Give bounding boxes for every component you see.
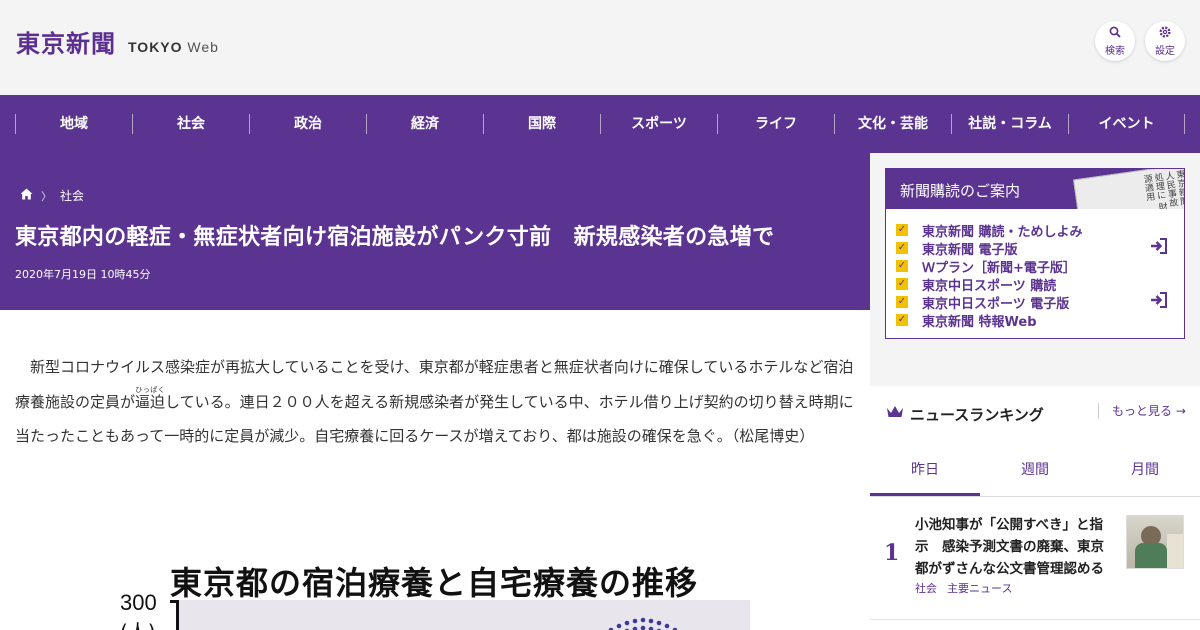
settings-label: 設定: [1155, 45, 1175, 57]
subscription-list: ✓ 東京新聞 購読・ためしよみ ✓ 東京新聞 電子版 ✓ Ｗプラン［新聞+電子版］ ✓…: [896, 221, 1083, 330]
subscription-item[interactable]: ✓ 東京中日スポーツ 電子版: [896, 293, 1083, 312]
sidebar: 新聞購読のご案内 東京新聞 人民事故処理に 財源適用 ✓ 東京新聞 購読・ためしよ…: [870, 153, 1200, 630]
breadcrumb-category[interactable]: 社会: [60, 187, 84, 204]
news-ranking: ニュースランキング もっと見る → 昨日 週間 月間 1 小池知事が「公開すべき…: [870, 386, 1200, 630]
check-icon: ✓: [896, 314, 908, 326]
breadcrumb-separator-icon: 〉: [41, 189, 52, 203]
search-icon: [1109, 26, 1121, 40]
ranking-title: ニュースランキング: [910, 406, 1044, 424]
subscription-item[interactable]: ✓ 東京新聞 電子版: [896, 239, 1083, 258]
ranking-tag[interactable]: 主要ニュース: [947, 582, 1012, 595]
login-icon[interactable]: [1149, 238, 1169, 256]
subscription-item-label: 東京中日スポーツ 電子版: [922, 296, 1070, 312]
subscription-item[interactable]: ✓ 東京中日スポーツ 購読: [896, 275, 1083, 294]
article-header: 〉 社会 東京都内の軽症・無症状者向け宿泊施設がパンク寸前 新規感染者の急増で …: [0, 153, 870, 310]
lead-ruby-reading: ひっぱく: [135, 385, 166, 394]
subscription-header: 新聞購読のご案内 東京新聞 人民事故処理に 財源適用: [886, 169, 1184, 209]
article-date: 2020年7月19日 10時45分: [15, 268, 151, 281]
nav-item-economy[interactable]: 経済: [366, 114, 483, 134]
figure-plot-area: [176, 600, 750, 630]
ranking-number: 1: [884, 540, 900, 566]
nav-item-events[interactable]: イベント: [1068, 114, 1185, 134]
lead-ruby-base: 逼迫: [135, 392, 166, 411]
article-figure[interactable]: 東京都の宿泊療養と自宅療養の推移 300 (人): [118, 558, 758, 630]
logo-web: Web: [187, 39, 219, 55]
logo-english: TOKYO Web: [128, 39, 219, 55]
logo-tokyo: TOKYO: [128, 39, 183, 55]
main-nav: 地域 社会 政治 経済 国際 スポーツ ライフ 文化・芸能 社説・コラム イベン…: [0, 95, 1200, 153]
newspaper-image: 東京新聞 人民事故処理に 財源適用: [1073, 169, 1184, 209]
arrow-right-icon: →: [1175, 404, 1186, 418]
subscription-title: 新聞購読のご案内: [900, 182, 1021, 200]
figure-title: 東京都の宿泊療養と自宅療養の推移: [170, 564, 699, 602]
ranking-more-link[interactable]: もっと見る →: [1098, 403, 1186, 419]
article-lead: 新型コロナウイルス感染症が再拡大していることを受け、東京都が軽症患者と無症状者向…: [15, 350, 855, 454]
tab-yesterday[interactable]: 昨日: [870, 444, 980, 496]
nav-item-region[interactable]: 地域: [15, 114, 132, 134]
check-icon: ✓: [896, 224, 908, 236]
nav-item-international[interactable]: 国際: [483, 114, 600, 134]
divider: [870, 619, 1200, 620]
search-button[interactable]: 検索: [1095, 21, 1135, 61]
page: 東京新聞 TOKYO Web 検索 設定 地域 社会 政治 経済 国際 スポーツ…: [0, 0, 1200, 630]
figure-dots: [608, 617, 678, 630]
tab-monthly[interactable]: 月間: [1090, 444, 1200, 496]
subscription-item[interactable]: ✓ 東京新聞 特報Web: [896, 311, 1083, 330]
crown-icon: [886, 404, 904, 423]
ranking-tabs: 昨日 週間 月間: [870, 444, 1200, 497]
ranking-item[interactable]: 1 小池知事が「公開すべき」と指示 感染予測文書の廃棄、東京都がずさんな公文書管…: [870, 498, 1200, 618]
figure-y-top-label: 300: [120, 590, 157, 615]
subscription-box: 新聞購読のご案内 東京新聞 人民事故処理に 財源適用 ✓ 東京新聞 購読・ためしよ…: [885, 168, 1185, 339]
site-header: 東京新聞 TOKYO Web 検索 設定: [0, 0, 1200, 95]
check-icon: ✓: [896, 278, 908, 290]
ranking-headline[interactable]: 小池知事が「公開すべき」と指示 感染予測文書の廃棄、東京都がずさんな公文書管理認…: [915, 514, 1115, 580]
article-body: 新型コロナウイルス感染症が再拡大していることを受け、東京都が軽症患者と無症状者向…: [0, 310, 870, 630]
nav-item-editorial[interactable]: 社説・コラム: [951, 114, 1068, 134]
ranking-tags: 社会 主要ニュース: [915, 580, 1022, 596]
lead-ruby: 逼迫ひっぱく: [135, 386, 166, 411]
nav-item-society[interactable]: 社会: [132, 114, 249, 134]
subscription-item-label: 東京中日スポーツ 購読: [922, 278, 1057, 294]
nav-item-life[interactable]: ライフ: [717, 114, 834, 134]
settings-button[interactable]: 設定: [1145, 21, 1185, 61]
check-icon: ✓: [896, 242, 908, 254]
nav-item-culture[interactable]: 文化・芸能: [834, 114, 951, 134]
figure-y-unit: (人): [120, 616, 156, 630]
ranking-more-label: もっと見る: [1112, 404, 1173, 418]
subscription-item-label: 東京新聞 特報Web: [922, 314, 1037, 330]
tab-weekly[interactable]: 週間: [980, 444, 1090, 496]
article-title: 東京都内の軽症・無症状者向け宿泊施設がパンク寸前 新規感染者の急増で: [15, 225, 775, 250]
ranking-thumbnail[interactable]: [1126, 515, 1184, 569]
search-label: 検索: [1105, 45, 1125, 57]
nav-item-sports[interactable]: スポーツ: [600, 114, 717, 134]
nav-item-politics[interactable]: 政治: [249, 114, 366, 134]
check-icon: ✓: [896, 296, 908, 308]
logo-kanji: 東京新聞: [16, 29, 116, 58]
subscription-item[interactable]: ✓ Ｗプラン［新聞+電子版］: [896, 257, 1083, 276]
subscription-item-label: 東京新聞 電子版: [922, 242, 1018, 258]
ranking-tag[interactable]: 社会: [915, 582, 937, 595]
check-icon: ✓: [896, 260, 908, 272]
subscription-item[interactable]: ✓ 東京新聞 購読・ためしよみ: [896, 221, 1083, 240]
site-logo[interactable]: 東京新聞 TOKYO Web: [16, 24, 219, 59]
login-icon[interactable]: [1149, 292, 1169, 310]
subscription-item-label: 東京新聞 購読・ためしよみ: [922, 224, 1083, 240]
gear-icon: [1159, 25, 1171, 40]
subscription-item-label: Ｗプラン［新聞+電子版］: [922, 260, 1076, 276]
home-icon[interactable]: [20, 188, 33, 204]
breadcrumb: 〉 社会: [20, 187, 84, 204]
